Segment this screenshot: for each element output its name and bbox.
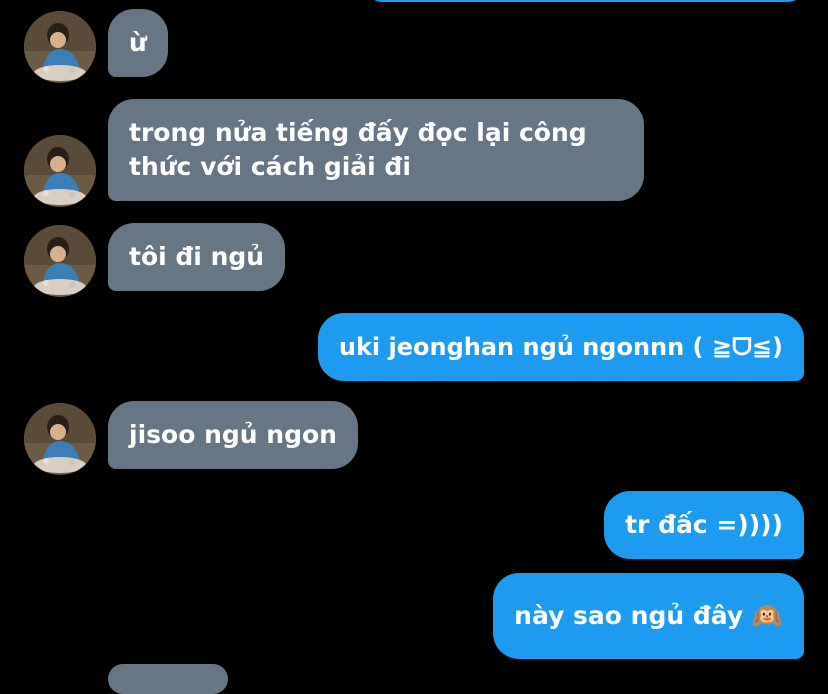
message-bubble-incoming[interactable]: ừ (108, 9, 168, 77)
message-text: uki jeonghan ngủ ngonnn ( ≧ᗜ≦) (338, 333, 783, 361)
message-text: ừ (129, 28, 147, 57)
avatar[interactable] (24, 225, 96, 297)
message-bubble-incoming[interactable]: jisoo ngủ ngon (108, 401, 358, 469)
message-text: tr đấc =)))) (625, 510, 783, 539)
avatar[interactable] (24, 11, 96, 83)
profile-photo-icon (24, 135, 96, 207)
message-bubble-outgoing[interactable]: tr đấc =)))) (604, 491, 804, 559)
conversation-thread: ừ trong nửa tiếng đấy đọc lại công thức … (0, 0, 828, 694)
message-text: jisoo ngủ ngon (129, 420, 337, 449)
message-text: này sao ngủ đây 🙉 (514, 601, 783, 630)
message-text: tôi đi ngủ (129, 242, 265, 271)
message-bubble-incoming[interactable]: trong nửa tiếng đấy đọc lại công thức vớ… (108, 99, 644, 201)
profile-photo-icon (24, 403, 96, 475)
message-bubble-incoming[interactable]: tôi đi ngủ (108, 223, 286, 291)
message-text: trong nửa tiếng đấy đọc lại công thức vớ… (129, 118, 587, 181)
avatar[interactable] (24, 135, 96, 207)
profile-photo-icon (24, 11, 96, 83)
message-bubble-partial-top[interactable] (366, 0, 804, 2)
message-bubble-outgoing[interactable]: này sao ngủ đây 🙉 (493, 573, 804, 659)
profile-photo-icon (24, 225, 96, 297)
avatar[interactable] (24, 403, 96, 475)
message-bubble-outgoing[interactable]: uki jeonghan ngủ ngonnn ( ≧ᗜ≦) (317, 313, 804, 381)
